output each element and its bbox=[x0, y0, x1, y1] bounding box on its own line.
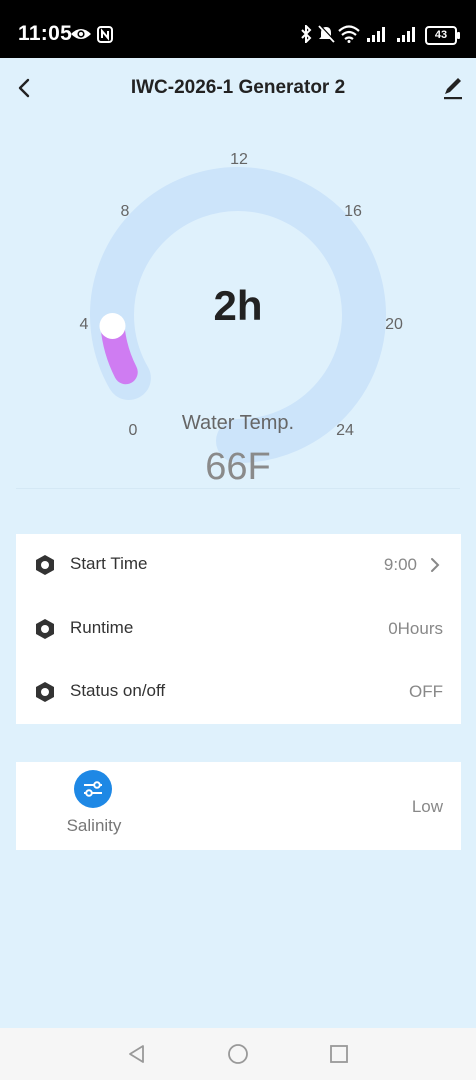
nav-recents-icon[interactable] bbox=[328, 1043, 350, 1065]
tick-label-16: 16 bbox=[344, 203, 362, 220]
runtime-label: Runtime bbox=[70, 618, 134, 637]
mute-icon bbox=[318, 25, 335, 43]
edit-pencil-icon[interactable] bbox=[440, 74, 466, 102]
settings-card: Start Time 9:00 Runtime 0Hours Status on… bbox=[16, 534, 461, 724]
status-time: 11:05 bbox=[18, 22, 73, 45]
status-label: Status on/off bbox=[70, 681, 166, 700]
signal-icon bbox=[397, 27, 415, 42]
top-app-bar: IWC-2026-1 Generator 2 bbox=[0, 58, 476, 120]
battery-icon: 43 bbox=[425, 26, 460, 45]
salinity-card[interactable]: Salinity Low bbox=[16, 762, 461, 850]
start-time-value: 9:00 bbox=[383, 555, 417, 574]
nav-home-icon[interactable] bbox=[227, 1043, 249, 1065]
chevron-right-icon bbox=[431, 558, 440, 572]
nfc-icon bbox=[97, 26, 113, 43]
hexagon-nut-icon bbox=[36, 619, 54, 639]
runtime-hours-value: 2h bbox=[213, 282, 263, 329]
salinity-button[interactable] bbox=[74, 770, 112, 808]
wifi-icon bbox=[338, 25, 360, 43]
runtime-row[interactable]: Runtime 0Hours bbox=[16, 598, 461, 660]
divider bbox=[16, 488, 460, 489]
salinity-value: Low bbox=[411, 797, 443, 816]
status-value: OFF bbox=[409, 682, 443, 701]
tick-label-12: 12 bbox=[230, 151, 248, 168]
tick-label-8: 8 bbox=[120, 203, 130, 220]
nav-back-icon[interactable] bbox=[126, 1043, 148, 1065]
salinity-label: Salinity bbox=[66, 816, 122, 835]
status-row[interactable]: Status on/off OFF bbox=[16, 661, 461, 723]
runtime-gauge: 0 4 8 12 16 20 24 2h Water Temp. 66F bbox=[0, 120, 476, 500]
hexagon-nut-icon bbox=[36, 555, 54, 575]
eye-icon bbox=[71, 29, 91, 39]
sliders-icon bbox=[84, 781, 102, 797]
bluetooth-icon bbox=[301, 25, 312, 43]
water-temp-label: Water Temp. bbox=[181, 412, 295, 434]
water-temp-value: 66F bbox=[205, 446, 271, 488]
hexagon-nut-icon bbox=[36, 682, 54, 702]
status-bar: 11:05 43 bbox=[0, 0, 476, 58]
runtime-value: 0Hours bbox=[388, 619, 443, 638]
page-title: IWC-2026-1 Generator 2 bbox=[130, 77, 346, 98]
signal-icon bbox=[367, 27, 385, 42]
system-nav-bar bbox=[0, 1028, 476, 1080]
start-time-label: Start Time bbox=[70, 554, 148, 573]
start-time-row[interactable]: Start Time 9:00 bbox=[16, 534, 461, 596]
